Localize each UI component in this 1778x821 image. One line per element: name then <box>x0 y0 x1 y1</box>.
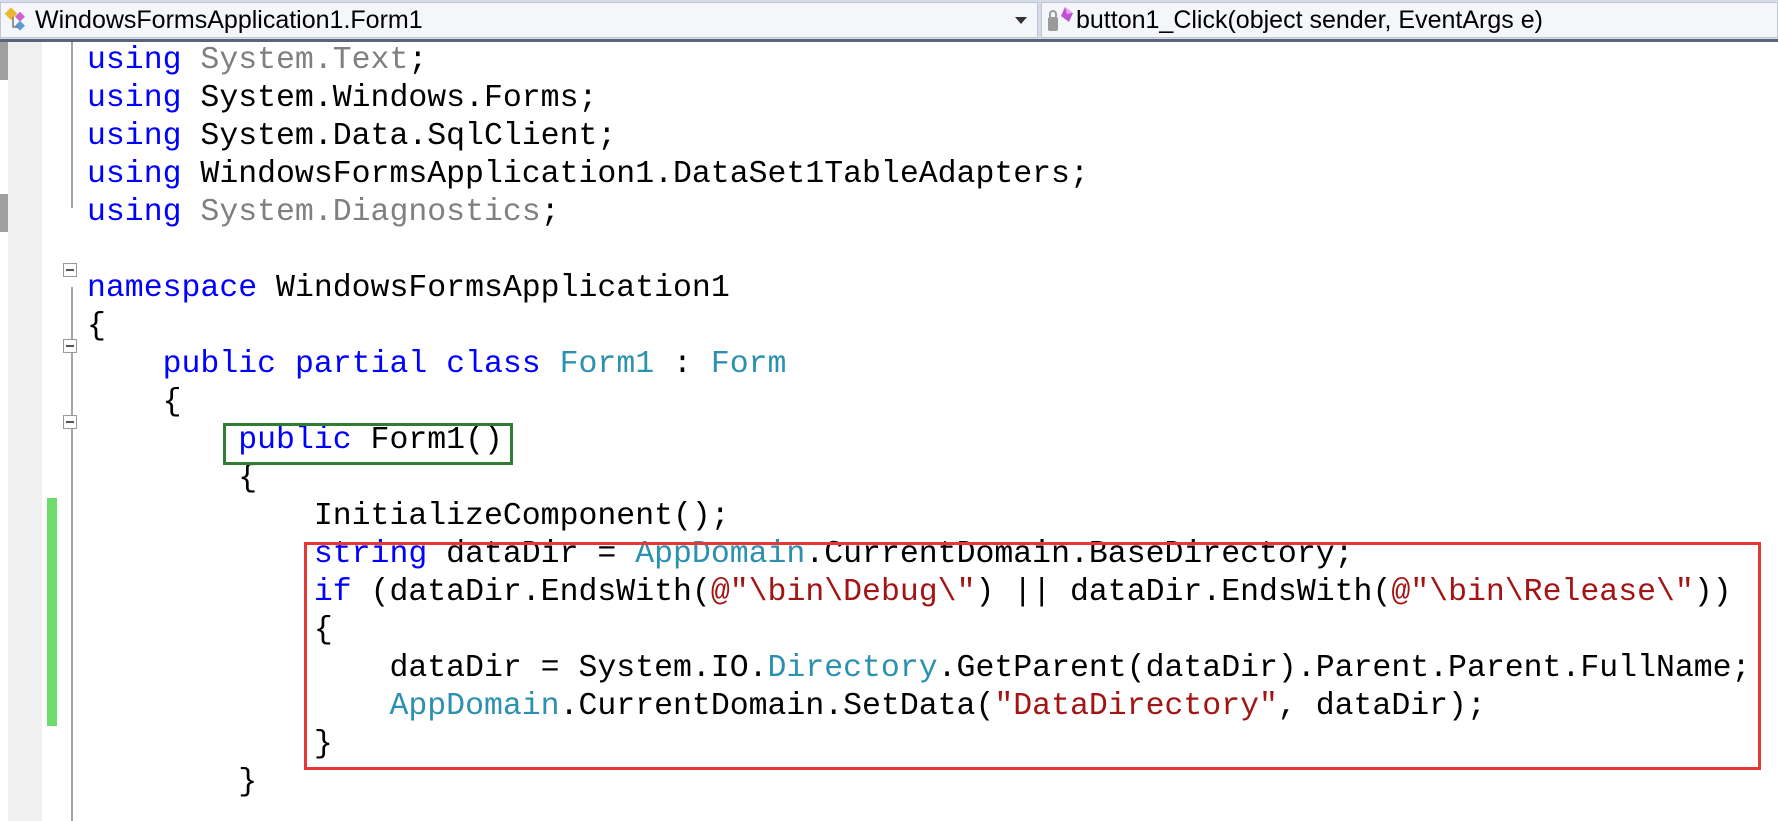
code-line: using System.Windows.Forms; <box>87 80 1751 118</box>
constructor-highlight-box <box>223 423 513 465</box>
code-token: ; <box>540 195 560 230</box>
code-token: System.Text <box>200 43 409 78</box>
outline-line <box>71 287 73 821</box>
code-line: namespace WindowsFormsApplication1 <box>87 270 1751 308</box>
code-token: WindowsFormsApplication1 <box>257 271 730 306</box>
code-line: using System.Data.SqlClient; <box>87 118 1751 156</box>
code-token: Form1 <box>559 347 655 382</box>
code-token: { <box>87 461 258 496</box>
code-token: System.Diagnostics <box>200 195 541 230</box>
code-line: using WindowsFormsApplication1.DataSet1T… <box>87 156 1751 194</box>
type-dropdown[interactable]: WindowsFormsApplication1.Form1 <box>0 2 1038 38</box>
change-tracking-bar <box>47 498 57 726</box>
indicator-margin <box>8 42 42 821</box>
code-token: { <box>87 309 106 344</box>
code-token: System.Windows.Forms; <box>181 81 598 116</box>
code-line: InitializeComponent(); <box>87 498 1751 536</box>
collapse-toggle-constructor[interactable] <box>63 415 77 429</box>
code-token: { <box>87 613 333 648</box>
method-icon <box>1042 5 1076 35</box>
code-token: using <box>87 43 182 78</box>
chevron-down-icon[interactable] <box>1015 17 1027 24</box>
code-line: public partial class Form1 : Form <box>87 346 1751 384</box>
code-token: partial <box>294 347 428 382</box>
code-token: using <box>87 81 182 116</box>
code-token: { <box>87 385 182 420</box>
code-token: using <box>87 119 182 154</box>
code-token: } <box>87 727 333 762</box>
code-token: Form <box>710 347 787 382</box>
code-token: namespace <box>87 271 258 306</box>
code-token: : <box>654 347 711 382</box>
class-icon <box>1 5 35 35</box>
type-dropdown-label: WindowsFormsApplication1.Form1 <box>35 5 423 34</box>
code-token: System.Data.SqlClient; <box>181 119 617 154</box>
navigation-bar: WindowsFormsApplication1.Form1 button1_C… <box>0 0 1778 42</box>
member-dropdown[interactable]: button1_Click(object sender, EventArgs e… <box>1041 2 1778 38</box>
code-line: { <box>87 308 1751 346</box>
code-token: using <box>87 157 182 192</box>
code-line: { <box>87 384 1751 422</box>
code-line: { <box>87 460 1751 498</box>
code-token: } <box>87 765 258 800</box>
collapse-toggle-namespace[interactable] <box>63 263 77 277</box>
code-token: public <box>162 347 277 382</box>
member-dropdown-label: button1_Click(object sender, EventArgs e… <box>1076 5 1543 34</box>
code-token: using <box>87 195 182 230</box>
code-token: WindowsFormsApplication1.DataSet1TableAd… <box>181 157 1089 192</box>
outline-line <box>71 42 73 208</box>
bookmark-indicator <box>0 194 8 232</box>
bookmark-indicator <box>0 42 8 80</box>
code-line: using System.Text; <box>87 42 1751 80</box>
data-directory-highlight-box <box>304 542 1761 770</box>
code-line: using System.Diagnostics; <box>87 194 1751 232</box>
code-token: ; <box>408 43 428 78</box>
collapse-toggle-class[interactable] <box>63 339 77 353</box>
code-token: class <box>446 347 541 382</box>
code-editor[interactable]: using System.Text; using System.Windows.F… <box>0 42 1778 821</box>
code-token: InitializeComponent(); <box>87 499 730 534</box>
